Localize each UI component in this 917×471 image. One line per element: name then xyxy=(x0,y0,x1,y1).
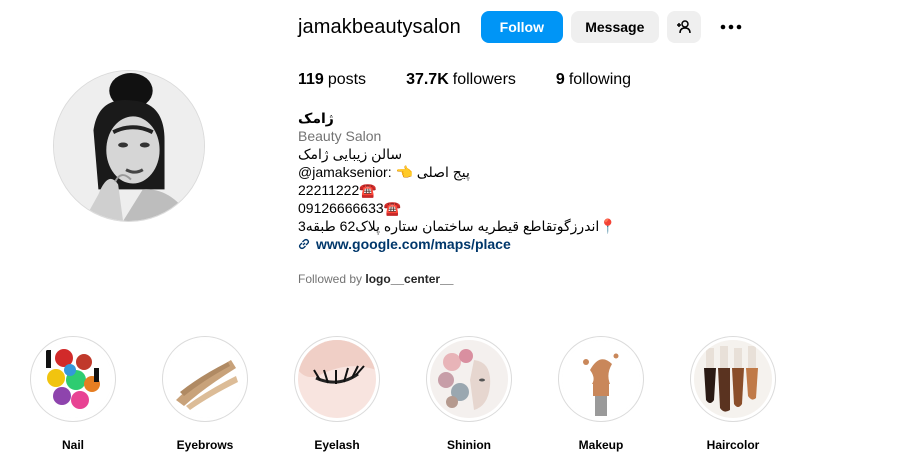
followed-by-user: logo__center__ xyxy=(365,272,454,286)
bio-link-text: www.google.com/maps/place xyxy=(316,236,511,252)
following-count: 9 xyxy=(555,71,565,88)
bio-phone: 22211222☎️ xyxy=(298,182,377,198)
posts-label: posts xyxy=(327,71,367,88)
follow-button[interactable]: Follow xyxy=(480,11,563,43)
highlight-label: Eyelash xyxy=(314,438,360,452)
bio-address: 📍اندرزگوتقاطع قیطریه ساختمان ستاره پلاک6… xyxy=(298,218,617,234)
profile-avatar[interactable] xyxy=(53,70,205,222)
nail-polish-icon xyxy=(34,340,112,418)
avatar-image xyxy=(54,71,204,221)
link-icon xyxy=(298,238,310,250)
username: jamakbeautysalon xyxy=(298,15,461,38)
bio-link[interactable]: www.google.com/maps/place xyxy=(298,235,698,253)
highlight-haircolor[interactable]: Haircolor xyxy=(684,336,782,452)
followed-by-prefix: Followed by xyxy=(298,272,363,286)
followed-by[interactable]: Followed by logo__center__ xyxy=(298,272,453,286)
bio-line: سالن زیبایی ژامک xyxy=(298,146,403,162)
more-options-icon xyxy=(720,24,742,30)
following-stat[interactable]: 9 following xyxy=(556,71,631,89)
highlight-shinion[interactable]: Shinion xyxy=(420,336,518,452)
highlight-label: Haircolor xyxy=(706,438,760,452)
bio-line: پیج اصلی 👈 :jamaksenior@ xyxy=(298,164,470,180)
highlight-label: Nail xyxy=(61,438,84,452)
profile-stats: 119 posts 37.7K followers 9 following xyxy=(298,71,671,89)
suggest-user-button[interactable] xyxy=(666,11,701,43)
eyelash-icon xyxy=(298,340,376,418)
bio-phone: 09126666633☎️ xyxy=(298,200,402,216)
makeup-brush-icon xyxy=(562,340,640,418)
highlight-label: Shinion xyxy=(447,438,491,452)
highlight-label: Eyebrows xyxy=(176,438,234,452)
more-options-button[interactable] xyxy=(713,11,749,43)
message-button[interactable]: Message xyxy=(570,11,659,43)
category-label: Beauty Salon xyxy=(298,128,382,144)
add-user-icon xyxy=(676,20,691,34)
profile-header: jamakbeautysalon Follow Message xyxy=(298,11,757,43)
highlight-eyebrows[interactable]: Eyebrows xyxy=(156,336,254,452)
story-highlights: Nail Eyebrows Eyelash Shinion Makeup Hai… xyxy=(24,336,816,452)
shinion-icon xyxy=(430,340,508,418)
haircolor-brush-icon xyxy=(694,340,772,418)
following-label: following xyxy=(568,71,632,88)
profile-bio: ژامک Beauty Salon سالن زیبایی ژامک پیج ا… xyxy=(298,109,698,253)
followers-stat[interactable]: 37.7K followers xyxy=(406,71,516,89)
highlight-makeup[interactable]: Makeup xyxy=(552,336,650,452)
highlight-eyelash[interactable]: Eyelash xyxy=(288,336,386,452)
highlight-label: Makeup xyxy=(578,438,624,452)
posts-count: 119 xyxy=(298,71,324,88)
display-name: ژامک xyxy=(298,110,334,126)
followers-count: 37.7K xyxy=(406,71,449,88)
posts-stat: 119 posts xyxy=(298,71,366,89)
eyebrow-swatch-icon xyxy=(166,340,244,418)
followers-label: followers xyxy=(452,71,516,88)
highlight-nail[interactable]: Nail xyxy=(24,336,122,452)
